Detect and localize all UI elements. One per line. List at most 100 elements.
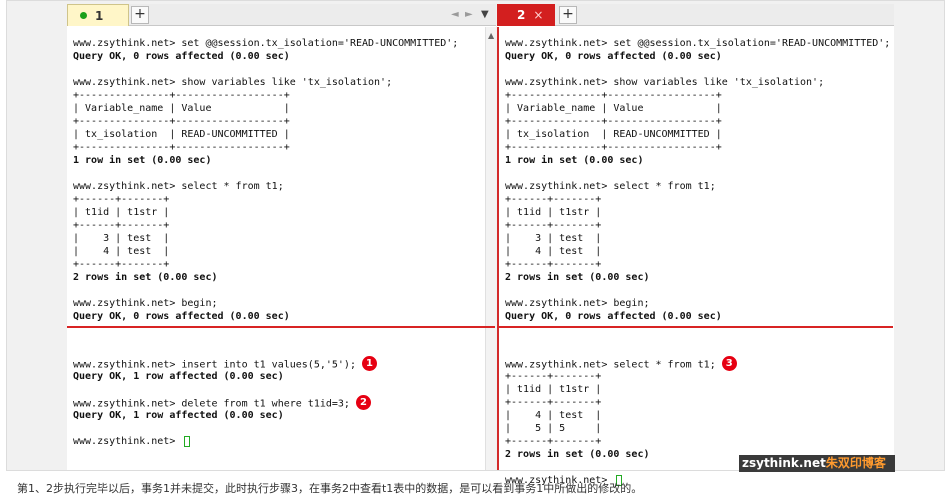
console-line-text: | Variable_name | Value | [505,103,722,114]
console-line-text: www.zsythink.net> set @@session.tx_isola… [505,38,891,49]
tab-scroll-right-icon[interactable]: ► [465,9,473,20]
console-line-text: www.zsythink.net> select * from t1; [505,181,716,192]
screenshot: 1 + ◄ ► ▼ www.zsythink.net> set @@sessio… [0,0,949,501]
add-tab-button[interactable]: + [131,6,149,24]
console-line-text: | 4 | test | [73,246,170,257]
console-line: +------+-------+ [73,193,458,206]
console-line-text: www.zsythink.net> select * from t1; [73,181,284,192]
console-line-text: Query OK, 1 row affected (0.00 sec) [73,371,284,382]
console-line-text: +------+-------+ [73,259,170,270]
console-line: 2 rows in set (0.00 sec) [505,448,737,461]
console-line-text: www.zsythink.net> begin; [505,298,650,309]
console-line: www.zsythink.net> select * from t1; 3 [505,356,737,371]
console-line-text: +---------------+------------------+ [73,142,290,153]
console-line: | Variable_name | Value | [73,102,458,115]
console-line-text: | 3 | test | [73,233,170,244]
console-line-text: +---------------+------------------+ [73,90,290,101]
console-line: +------+-------+ [73,219,458,232]
console-line: | 3 | test | [73,232,458,245]
console-line: Query OK, 0 rows affected (0.00 sec) [505,310,890,323]
tab-list-menu-icon[interactable]: ▼ [481,9,489,20]
step-divider-1 [67,326,495,328]
tab-session-1[interactable]: 1 [67,4,129,26]
caption-text: 第1、2步执行完毕以后，事务1并未提交，此时执行步骤3，在事务2中查看t1表中的… [17,482,643,495]
console-line: | t1id | t1str | [73,206,458,219]
console-line: | tx_isolation | READ-UNCOMMITTED | [505,128,890,141]
console-line: Query OK, 1 row affected (0.00 sec) [73,409,377,422]
console-line-text: +------+-------+ [505,259,602,270]
console-line-text: +------+-------+ [505,397,602,408]
console-line: +------+-------+ [505,396,737,409]
block-cursor-icon [184,435,191,447]
console-line-text: Query OK, 0 rows affected (0.00 sec) [73,311,290,322]
step-1-badge: 1 [361,356,377,371]
vertical-scrollbar-1[interactable]: ▲ [485,27,496,470]
console-line: 2 rows in set (0.00 sec) [73,271,458,284]
console-line: www.zsythink.net> begin; [505,297,890,310]
console-line-text: | Variable_name | Value | [73,103,290,114]
scroll-up-arrow-icon[interactable]: ▲ [488,31,494,40]
console-line-text: www.zsythink.net> delete from t1 where t… [73,398,350,410]
terminal-window-1: 1 + ◄ ► ▼ www.zsythink.net> set @@sessio… [67,4,496,470]
close-tab-icon[interactable]: × [533,8,543,22]
console-line: 1 row in set (0.00 sec) [73,154,458,167]
console-line-text: +------+-------+ [505,220,602,231]
console-line: +---------------+------------------+ [73,115,458,128]
console-line-text: www.zsythink.net> insert into t1 values(… [73,359,356,371]
console-line-text: | t1id | t1str | [505,384,602,395]
console-line: | 5 | 5 | [505,422,737,435]
terminal-window-2: 2 × + www.zsythink.net> set @@session.tx… [497,4,894,486]
console-line: Query OK, 0 rows affected (0.00 sec) [505,50,890,63]
console-line-text: | 3 | test | [505,233,602,244]
console-line: | 3 | test | [505,232,890,245]
console-line-text: +---------------+------------------+ [505,116,722,127]
console-line: www.zsythink.net> begin; [73,297,458,310]
console-line: +---------------+------------------+ [505,115,890,128]
console-line: +---------------+------------------+ [73,89,458,102]
console-line-text: | tx_isolation | READ-UNCOMMITTED | [505,129,722,140]
console-line: +------+-------+ [505,258,890,271]
console-line: +------+-------+ [73,258,458,271]
console-line-text: www.zsythink.net> show variables like 't… [505,77,825,88]
console-line: +---------------+------------------+ [73,141,458,154]
console-line: Query OK, 0 rows affected (0.00 sec) [73,310,458,323]
step-2-badge: 2 [355,395,371,410]
console-line: www.zsythink.net> show variables like 't… [73,76,458,89]
add-tab-button[interactable]: + [559,6,577,24]
console-2-output-bottom: www.zsythink.net> select * from t1; 3 +---… [505,356,737,487]
console-line-text: | t1id | t1str | [73,207,170,218]
console-line-text: | 4 | test | [505,410,602,421]
tab-scroll-left-icon[interactable]: ◄ [451,9,459,20]
console-line: www.zsythink.net> insert into t1 values(… [73,356,377,371]
console-2[interactable]: www.zsythink.net> set @@session.tx_isola… [497,27,894,486]
console-line-text: | 5 | 5 | [505,423,602,434]
console-1[interactable]: www.zsythink.net> set @@session.tx_isola… [67,27,485,470]
console-line: | Variable_name | Value | [505,102,890,115]
console-line-text: 2 rows in set (0.00 sec) [505,449,650,460]
console-line: www.zsythink.net> [73,435,377,448]
console-line: | 4 | test | [505,245,890,258]
console-line: Query OK, 0 rows affected (0.00 sec) [73,50,458,63]
step-3-badge: 3 [721,356,737,371]
console-1-output-bottom: www.zsythink.net> insert into t1 values(… [73,356,377,448]
console-line-text: www.zsythink.net> [73,436,182,447]
console-line: | t1id | t1str | [505,206,890,219]
console-line: +---------------+------------------+ [505,141,890,154]
console-1-output-top: www.zsythink.net> set @@session.tx_isola… [73,37,458,323]
watermark-site: zsythink.net [742,456,826,470]
console-line-text: | tx_isolation | READ-UNCOMMITTED | [73,129,290,140]
console-line: 2 rows in set (0.00 sec) [505,271,890,284]
console-line-text: www.zsythink.net> set @@session.tx_isola… [73,38,459,49]
console-line: www.zsythink.net> show variables like 't… [505,76,890,89]
console-line: Query OK, 1 row affected (0.00 sec) [73,370,377,383]
step-divider-2 [497,326,893,328]
console-line-text: Query OK, 0 rows affected (0.00 sec) [505,311,722,322]
watermark: zsythink.net朱双印博客 [739,455,895,472]
console-2-output-top: www.zsythink.net> set @@session.tx_isola… [505,37,890,323]
tab-session-2[interactable]: 2 × [497,4,555,26]
tab-bar-1: 1 + ◄ ► ▼ [67,4,496,26]
